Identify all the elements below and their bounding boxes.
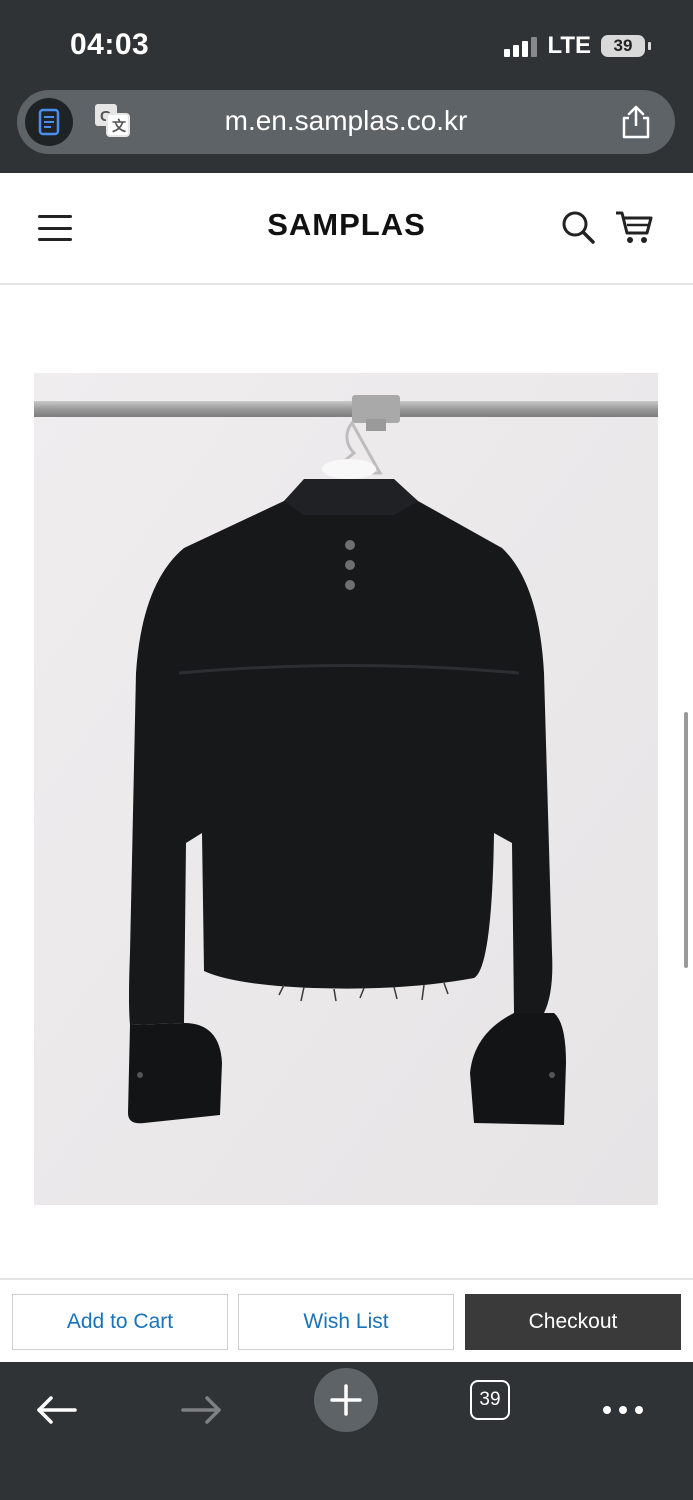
search-icon[interactable] xyxy=(560,209,596,245)
plus-icon[interactable] xyxy=(314,1368,378,1432)
product-action-bar: Add to Cart Wish List Checkout xyxy=(0,1278,693,1364)
checkout-button[interactable]: Checkout xyxy=(465,1294,681,1350)
signal-icon xyxy=(504,35,538,57)
add-to-cart-button[interactable]: Add to Cart xyxy=(12,1294,228,1350)
network-type: LTE xyxy=(547,32,591,59)
share-icon[interactable] xyxy=(619,104,653,140)
more-dots-icon[interactable] xyxy=(598,1378,648,1442)
cart-icon[interactable] xyxy=(614,209,654,245)
status-time: 04:03 xyxy=(70,28,150,61)
site-header: SAMPLAS xyxy=(0,173,693,285)
tab-count: 39 xyxy=(479,1389,501,1410)
battery-level: 39 xyxy=(613,36,633,55)
address-bar[interactable]: G 文 m.en.samplas.co.kr xyxy=(17,90,675,154)
scroll-indicator[interactable] xyxy=(684,712,688,968)
status-indicators: LTE 39 xyxy=(504,32,651,60)
tabs-button[interactable]: 39 xyxy=(470,1380,510,1420)
battery-icon: 39 xyxy=(601,35,651,57)
product-image[interactable] xyxy=(34,373,658,1205)
browser-bottom-toolbar: 39 xyxy=(0,1362,693,1500)
browser-top-chrome: 04:03 LTE 39 G 文 m.en.samplas.co.kr xyxy=(0,0,693,173)
url-text[interactable]: m.en.samplas.co.kr xyxy=(17,105,675,137)
back-arrow-icon[interactable] xyxy=(32,1378,82,1442)
forward-arrow-icon[interactable] xyxy=(176,1378,226,1442)
wish-list-button[interactable]: Wish List xyxy=(238,1294,454,1350)
